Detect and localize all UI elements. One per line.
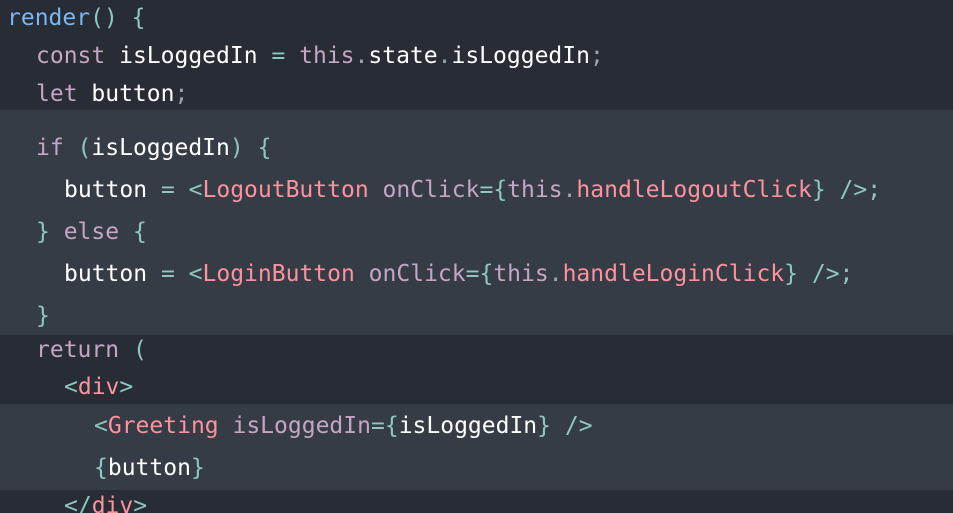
token-jsx-tag: div xyxy=(91,493,134,513)
code-line-1[interactable]: render() { xyxy=(0,0,145,36)
token-method: handleLoginClick xyxy=(562,261,785,287)
token-operator: = xyxy=(257,43,300,69)
token-operator: = xyxy=(479,177,494,203)
token-keyword: if xyxy=(36,135,64,161)
token-jsx-tag: LoginButton xyxy=(202,261,355,287)
token-operator: = xyxy=(147,177,189,203)
token-punctuation: < xyxy=(188,177,203,203)
token-punctuation: { xyxy=(119,219,147,245)
token-punctuation: < xyxy=(94,413,108,439)
token-jsx-tag: Greeting xyxy=(107,413,219,439)
code-line-5[interactable]: button = <LogoutButton onClick={this.han… xyxy=(0,172,881,208)
token-punctuation: ( xyxy=(119,337,147,363)
token-identifier: button xyxy=(64,177,148,203)
token-punctuation: . xyxy=(437,43,452,69)
token-keyword: this xyxy=(507,177,563,203)
token-punctuation: < xyxy=(188,261,203,287)
token-punctuation: ; xyxy=(589,43,604,69)
code-line-9[interactable]: return ( xyxy=(0,332,147,368)
token-punctuation: . xyxy=(354,43,369,69)
token-punctuation: ; xyxy=(174,81,189,107)
token-punctuation: { xyxy=(479,261,494,287)
code-line-8[interactable]: } xyxy=(0,298,50,334)
token-punctuation: () { xyxy=(90,5,146,31)
token-jsx-attribute: onClick xyxy=(368,177,480,203)
token-punctuation: />; xyxy=(825,177,882,203)
code-line-10[interactable]: <div> xyxy=(0,369,133,405)
token-identifier: isLoggedIn xyxy=(398,413,538,439)
token-jsx-tag: div xyxy=(77,374,120,400)
token-operator: = xyxy=(465,261,480,287)
token-punctuation: { xyxy=(384,413,399,439)
token-punctuation: } xyxy=(190,455,205,481)
token-punctuation: > xyxy=(133,493,148,513)
token-operator: = xyxy=(370,413,385,439)
token-punctuation: < xyxy=(64,374,78,400)
token-punctuation: } xyxy=(784,261,798,287)
token-punctuation: } xyxy=(811,177,826,203)
token-keyword: this xyxy=(299,43,355,69)
token-identifier: button xyxy=(107,455,191,481)
token-identifier: state xyxy=(368,43,438,69)
token-punctuation: { xyxy=(94,455,108,481)
token-punctuation: . xyxy=(562,177,577,203)
token-function: render xyxy=(7,5,91,31)
token-identifier: isLoggedIn xyxy=(91,135,230,161)
token-punctuation: } xyxy=(537,413,552,439)
token-punctuation: />; xyxy=(798,261,854,287)
token-punctuation: ) { xyxy=(229,135,272,161)
code-line-6[interactable]: } else { xyxy=(0,214,147,250)
token-method: handleLogoutClick xyxy=(576,177,812,203)
token-jsx-attribute: onClick xyxy=(354,261,466,287)
token-keyword: return xyxy=(36,337,120,363)
token-punctuation: } xyxy=(36,303,50,329)
token-punctuation: } xyxy=(36,219,64,245)
token-identifier: button xyxy=(77,81,175,107)
code-line-2[interactable]: const isLoggedIn = this.state.isLoggedIn… xyxy=(0,38,604,74)
token-identifier: isLoggedIn xyxy=(451,43,590,69)
token-jsx-attribute: isLoggedIn xyxy=(218,413,371,439)
code-line-12[interactable]: {button} xyxy=(0,450,205,486)
code-line-11[interactable]: <Greeting isLoggedIn={isLoggedIn} /> xyxy=(0,408,593,444)
token-punctuation: ( xyxy=(63,135,92,161)
code-line-13[interactable]: </div> xyxy=(0,488,147,513)
token-punctuation: /> xyxy=(551,413,593,439)
token-keyword: else xyxy=(63,219,120,245)
code-line-3[interactable]: let button; xyxy=(0,76,188,112)
token-punctuation: </ xyxy=(64,493,92,513)
token-punctuation: { xyxy=(493,177,508,203)
token-keyword: this xyxy=(493,261,549,287)
code-line-4[interactable]: if (isLoggedIn) { xyxy=(0,130,271,166)
code-editor[interactable]: render() { const isLoggedIn = this.state… xyxy=(0,0,953,513)
token-jsx-tag: LogoutButton xyxy=(202,177,369,203)
token-identifier: isLoggedIn xyxy=(105,43,258,69)
token-punctuation: . xyxy=(548,261,563,287)
code-line-7[interactable]: button = <LoginButton onClick={this.hand… xyxy=(0,256,853,292)
token-punctuation: > xyxy=(119,374,134,400)
token-keyword: const xyxy=(36,43,106,69)
token-identifier: button xyxy=(64,261,148,287)
token-keyword: let xyxy=(36,81,78,107)
token-operator: = xyxy=(147,261,189,287)
